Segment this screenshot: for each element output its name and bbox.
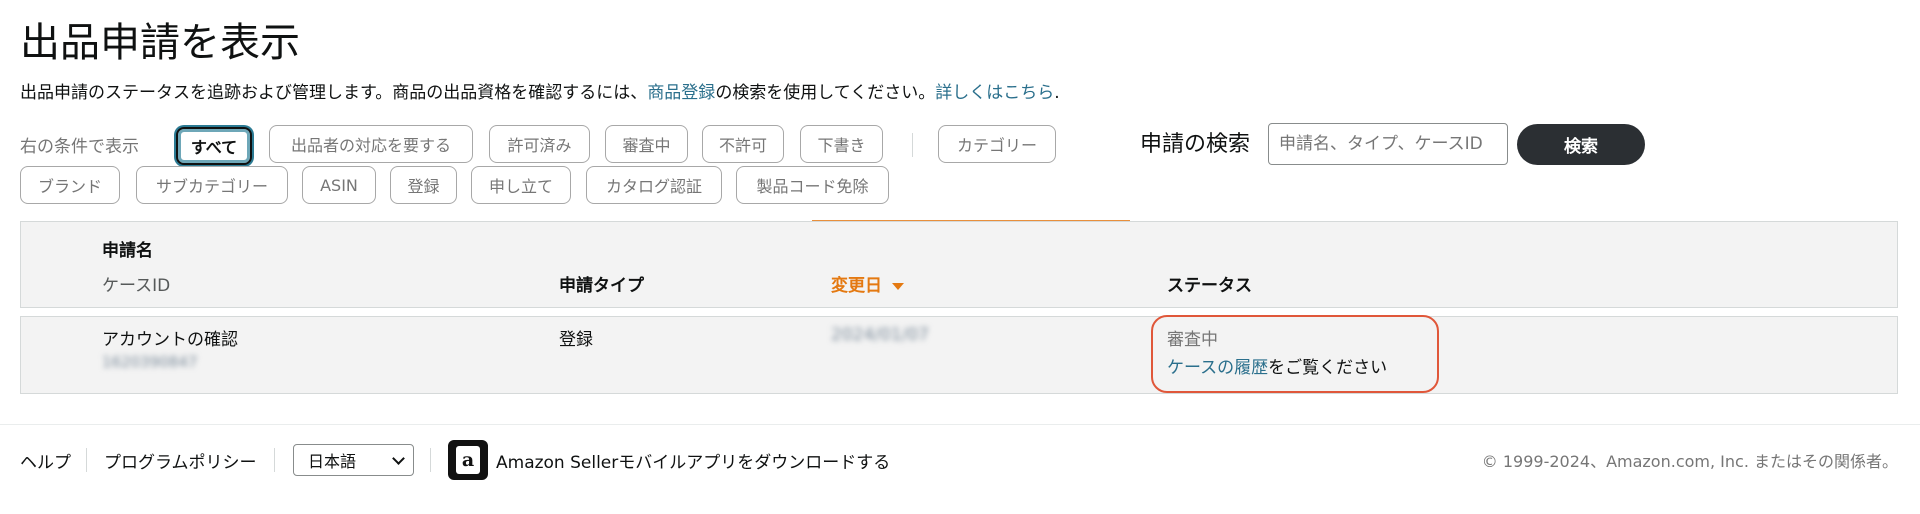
row-request-type: 登録 [559, 330, 593, 350]
filter-chip-code-exemption[interactable]: 製品コード免除 [736, 166, 889, 204]
description-text: 出品申請のステータスを追跡および管理します。商品の出品資格を確認するには、 [20, 83, 648, 103]
search-input[interactable] [1268, 123, 1508, 165]
filter-chip-subcategory[interactable]: サブカテゴリー [136, 166, 288, 204]
footer-help-link[interactable]: ヘルプ [20, 448, 71, 473]
filter-chip-action-required[interactable]: 出品者の対応を要する [269, 125, 473, 163]
row-modified-date: 2024/01/07 [831, 325, 929, 345]
row-case-id: 1620390847 [102, 353, 198, 371]
header-status: ステータス [1167, 276, 1252, 296]
header-modified-date[interactable]: 変更日 [831, 271, 904, 296]
header-request-name: 申請名 [102, 241, 153, 261]
filter-chip-registration[interactable]: 登録 [390, 166, 457, 204]
sort-desc-icon [892, 282, 904, 290]
filter-chip-approved[interactable]: 許可済み [489, 125, 590, 163]
filter-label: 右の条件で表示 [20, 137, 139, 157]
language-select-value: 日本語 [308, 452, 357, 471]
filter-chip-draft[interactable]: 下書き [800, 125, 883, 163]
chevron-down-icon [392, 452, 405, 465]
filter-chip-all[interactable]: すべて [176, 127, 252, 165]
footer-policy-link[interactable]: プログラムポリシー [104, 448, 257, 473]
table-row: アカウントの確認 1620390847 登録 2024/01/07 審査中 ケー… [20, 316, 1898, 394]
page-description: 出品申請のステータスを追跡および管理します。商品の出品資格を確認するには、商品登… [20, 78, 1060, 103]
filter-chip-catalog-verification[interactable]: カタログ認証 [586, 166, 722, 204]
footer-separator [86, 448, 87, 472]
header-request-type: 申請タイプ [559, 276, 644, 296]
filter-chip-under-review[interactable]: 審査中 [605, 125, 688, 163]
filter-chip-category[interactable]: カテゴリー [938, 125, 1056, 163]
product-listing-link[interactable]: 商品登録 [647, 83, 715, 103]
filter-chip-brand[interactable]: ブランド [20, 166, 120, 204]
language-select[interactable]: 日本語 [293, 444, 414, 476]
filter-chip-denied[interactable]: 不許可 [702, 125, 784, 163]
table-header: 申請名 ケースID 申請タイプ 変更日 ステータス [20, 221, 1898, 308]
page-title: 出品申請を表示 [20, 20, 300, 66]
footer-separator [430, 448, 431, 472]
row-request-name: アカウントの確認 [102, 330, 238, 350]
seller-app-download-link[interactable]: Amazon Sellerモバイルアプリをダウンロードする [496, 448, 890, 473]
header-case-id: ケースID [102, 276, 171, 296]
filter-divider [912, 133, 913, 157]
filter-chip-appeal[interactable]: 申し立て [471, 166, 571, 204]
copyright-text: © 1999-2024、Amazon.com, Inc. またはその関係者。 [1481, 452, 1898, 471]
footer-divider [0, 424, 1920, 425]
filter-chip-asin[interactable]: ASIN [302, 166, 376, 204]
description-text-middle: の検索を使用してください。 [715, 83, 936, 103]
learn-more-link[interactable]: 詳しくはこちら [935, 83, 1054, 103]
description-suffix: . [1054, 83, 1060, 103]
status-highlight-outline [1151, 315, 1439, 393]
search-button[interactable]: 検索 [1517, 124, 1645, 165]
footer-separator [274, 448, 275, 472]
search-label: 申請の検索 [1140, 132, 1251, 157]
amazon-a-icon[interactable]: a [448, 440, 488, 480]
header-modified-date-label: 変更日 [831, 276, 882, 296]
